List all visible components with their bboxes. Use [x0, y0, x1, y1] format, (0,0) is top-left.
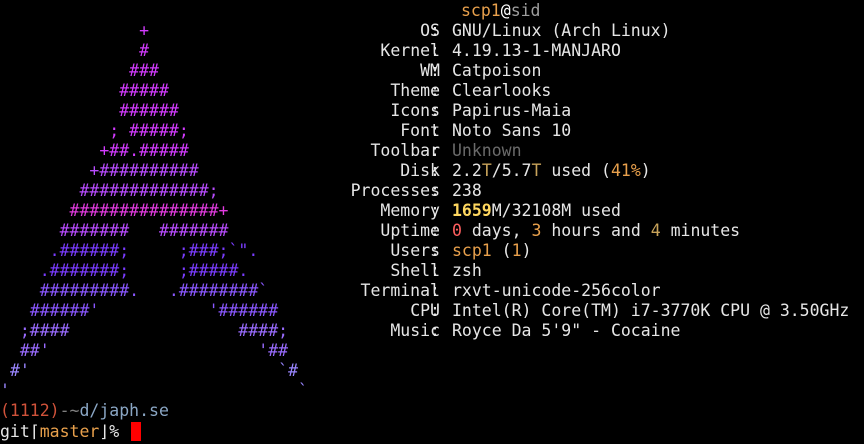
branch-bracket-close: ⌋ [99, 422, 110, 441]
colon: : [430, 61, 440, 80]
uptime-minutes-label: minutes [660, 221, 741, 240]
disk-used: 2.2 [452, 161, 482, 180]
info-row-shell: Shell: zsh [0, 261, 864, 281]
user-host-row: scp1@sid [0, 1, 864, 21]
colon: : [430, 321, 440, 340]
info-row-icons: Icons: Papirus-Maia [0, 101, 864, 121]
info-value-cpu: Intel(R) Core(TM) i7-3770K CPU @ 3.50GHz [452, 301, 850, 320]
memory-used: 1659 [452, 201, 492, 220]
info-row-wm: WM: Catpoison [0, 61, 864, 81]
users-open: ( [491, 241, 512, 260]
disk-used-unit: T [481, 161, 492, 180]
uptime-days-label: days, [461, 221, 532, 240]
colon: : [430, 161, 440, 180]
users-close: ) [521, 241, 532, 260]
prompt-tilde: ~ [69, 401, 80, 420]
info-value-terminal: rxvt-unicode-256color [452, 281, 661, 300]
info-value-theme: Clearlooks [452, 81, 552, 100]
logo-segment: ##' '## [19, 341, 289, 360]
logo-line: ' ` [0, 381, 308, 401]
info-row-theme: Theme: Clearlooks [0, 81, 864, 101]
logo-segment: ' ` [0, 381, 308, 400]
prompt-line-1: (1112)-~d/japh.se [0, 401, 169, 421]
info-value-font: Noto Sans 10 [452, 121, 572, 140]
terminal-window[interactable]: + # ### ##### ###### ; #####; +##.##### … [0, 0, 864, 444]
disk-total: 5.7 [501, 161, 532, 180]
git-branch: master [39, 422, 100, 441]
info-row-kernel: Kernel: 4.19.13-1-MANJARO [0, 41, 864, 61]
colon: : [430, 261, 440, 280]
prompt-line-2[interactable]: git⌈master⌋% [0, 422, 142, 442]
colon: : [430, 41, 440, 60]
colon: : [430, 221, 440, 240]
users-name: scp1 [452, 241, 492, 260]
info-value-memory: 1659M/32108M used [452, 201, 621, 221]
info-row-cpu: CPU: Intel(R) Core(TM) i7-3770K CPU @ 3.… [0, 301, 864, 321]
prompt-symbol: % [109, 422, 120, 441]
info-value-uptime: 0 days, 3 hours and 4 minutes [452, 221, 740, 241]
info-value-users: scp1 (1) [452, 241, 532, 261]
uptime-minutes: 4 [650, 221, 661, 240]
info-row-terminal: Terminal: rxvt-unicode-256color [0, 281, 864, 301]
colon: : [430, 81, 440, 100]
info-row-toolbar: Toolbar: Unknown [0, 141, 864, 161]
info-value-kernel: 4.19.13-1-MANJARO [452, 41, 621, 60]
info-value-icons: Papirus-Maia [452, 101, 572, 120]
uptime-days: 0 [452, 221, 462, 240]
uptime-hours: 3 [531, 221, 542, 240]
info-row-users: Users: scp1 (1) [0, 241, 864, 261]
colon: : [430, 281, 440, 300]
disk-total-unit: T [531, 161, 542, 180]
at-sign: @ [500, 1, 511, 20]
user-host: scp1@sid [461, 1, 541, 21]
info-value-processes: 238 [452, 181, 482, 200]
colon: : [430, 181, 440, 200]
hostname: sid [510, 1, 541, 20]
colon: : [430, 241, 440, 260]
info-row-font: Font: Noto Sans 10 [0, 121, 864, 141]
colon: : [430, 141, 440, 160]
info-value-os: GNU/Linux (Arch Linux) [452, 21, 671, 40]
info-row-disk: Disk: 2.2T/5.7T used (41%) [0, 161, 864, 181]
text-cursor[interactable] [131, 422, 142, 441]
info-row-uptime: Uptime: 0 days, 3 hours and 4 minutes [0, 221, 864, 241]
colon: : [430, 21, 440, 40]
info-value-shell: zsh [452, 261, 482, 280]
system-info: scp1@sid OS: GNU/Linux (Arch Linux) Kern… [0, 1, 864, 341]
info-value-music: Royce Da 5'9" - Cocaine [452, 321, 681, 340]
disk-close: ) [640, 161, 651, 180]
info-row-processes: Processes: 238 [0, 181, 864, 201]
history-count: (1112) [0, 401, 60, 420]
branch-bracket-open: ⌈ [29, 422, 40, 441]
users-count: 1 [511, 241, 522, 260]
info-label: Terminal [360, 281, 440, 300]
info-row-memory: Memory: 1659M/32108M used [0, 201, 864, 221]
colon: : [430, 201, 440, 220]
username: scp1 [461, 1, 501, 20]
colon: : [430, 101, 440, 120]
info-row-os: OS: GNU/Linux (Arch Linux) [0, 21, 864, 41]
info-value-disk: 2.2T/5.7T used (41%) [452, 161, 651, 181]
uptime-hours-label: hours and [541, 221, 651, 240]
memory-rest: M/32108M used [491, 201, 621, 220]
git-label: git [0, 422, 30, 441]
info-value-toolbar: Unknown [452, 141, 522, 160]
colon: : [430, 121, 440, 140]
info-row-music: Music: Royce Da 5'9" - Cocaine [0, 321, 864, 341]
prompt-dash: - [59, 401, 70, 420]
disk-percent: 41% [610, 161, 641, 180]
disk-sep: / [491, 161, 502, 180]
info-label: Processes [350, 181, 440, 200]
disk-suffix: used ( [541, 161, 611, 180]
colon: : [430, 301, 440, 320]
info-value-wm: Catpoison [452, 61, 542, 80]
current-path: d/japh.se [79, 401, 169, 420]
